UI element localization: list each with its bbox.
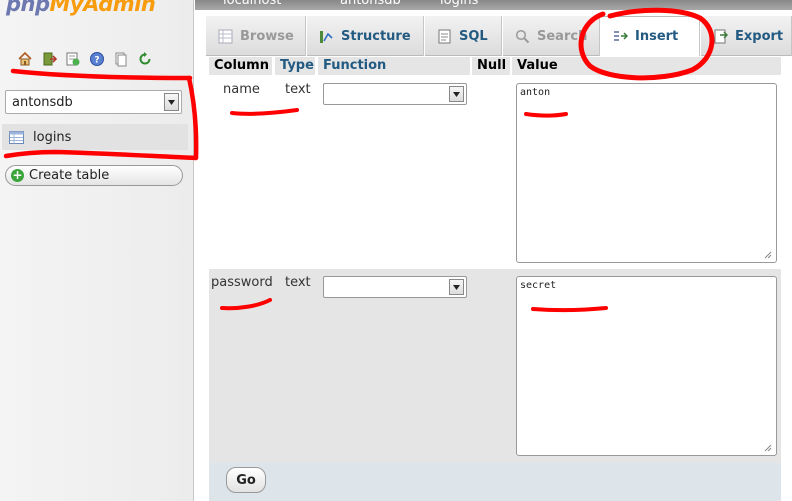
form-actions-bar <box>209 463 781 501</box>
sidebar-item-label: logins <box>33 129 72 145</box>
header-null: Null <box>472 57 510 75</box>
phpmyadmin-logo[interactable]: phpMyAdmin <box>6 0 156 18</box>
logo-text-myadmin: MyAdmin <box>49 0 156 16</box>
query-window-icon[interactable] <box>64 50 82 68</box>
sidebar-item-logins[interactable]: logins <box>2 124 188 150</box>
resize-grip-icon[interactable] <box>764 251 772 259</box>
logo-text-php: php <box>6 0 50 16</box>
tab-insert-label: Insert <box>635 29 679 44</box>
browse-icon <box>218 29 233 43</box>
chevron-down-icon[interactable] <box>449 86 464 102</box>
tab-sql-label: SQL <box>459 28 488 44</box>
home-icon[interactable] <box>16 50 34 68</box>
tab-export[interactable]: Export <box>700 16 792 56</box>
value-input-password[interactable]: secret <box>516 276 777 456</box>
tab-export-label: Export <box>735 28 784 44</box>
row-name-column: name <box>223 82 260 97</box>
exit-icon[interactable] <box>40 50 58 68</box>
plus-circle-icon: + <box>11 168 24 182</box>
row-name-type: text <box>285 82 311 97</box>
breadcrumb-server[interactable]: localhost <box>223 0 281 8</box>
export-icon <box>714 29 728 43</box>
breadcrumb-table[interactable]: logins <box>440 0 478 8</box>
breadcrumb-database[interactable]: antonsdb <box>340 0 401 8</box>
header-value: Value <box>512 57 781 75</box>
structure-icon <box>320 30 333 43</box>
row-password-type: text <box>285 275 311 290</box>
tab-bar: Browse Structure SQL Search Insert Expor… <box>205 16 792 56</box>
tab-browse-label: Browse <box>240 28 294 44</box>
value-input-name[interactable]: anton <box>516 83 777 263</box>
function-select-name[interactable] <box>323 83 467 105</box>
function-select-password[interactable] <box>323 276 467 298</box>
header-function[interactable]: Function <box>318 57 470 75</box>
create-table-label: Create table <box>29 168 110 183</box>
chevron-down-icon[interactable] <box>164 93 179 111</box>
insert-icon <box>614 31 628 41</box>
tab-search-label: Search <box>537 28 588 44</box>
content-frame: localhost antonsdb logins Browse Structu… <box>195 0 792 501</box>
search-icon <box>515 29 530 43</box>
docs-icon[interactable]: ? <box>88 50 106 68</box>
sql-docs-icon[interactable] <box>112 50 130 68</box>
resize-grip-icon[interactable] <box>764 444 772 452</box>
breadcrumb: localhost antonsdb logins <box>195 0 792 10</box>
tab-structure-label: Structure <box>341 28 411 44</box>
sql-icon <box>438 29 451 43</box>
tab-insert[interactable]: Insert <box>600 16 700 56</box>
tab-structure[interactable]: Structure <box>306 16 424 56</box>
reload-icon[interactable] <box>136 50 154 68</box>
header-type[interactable]: Type <box>275 57 315 75</box>
go-button[interactable]: Go <box>226 467 266 493</box>
database-select[interactable]: antonsdb <box>5 90 182 114</box>
tab-search[interactable]: Search <box>502 16 600 56</box>
svg-text:?: ? <box>94 56 99 66</box>
tab-sql[interactable]: SQL <box>424 16 502 56</box>
navigation-icons: ? <box>16 50 154 68</box>
database-select-value: antonsdb <box>12 94 73 110</box>
chevron-down-icon[interactable] <box>449 279 464 295</box>
tab-browse[interactable]: Browse <box>205 16 306 56</box>
row-password-column: password <box>211 275 273 290</box>
navigation-frame: phpMyAdmin ? antonsdb logins + Create ta… <box>0 0 194 501</box>
create-table-button[interactable]: + Create table <box>5 165 183 186</box>
table-icon <box>9 130 24 144</box>
header-column: Column <box>209 57 272 75</box>
